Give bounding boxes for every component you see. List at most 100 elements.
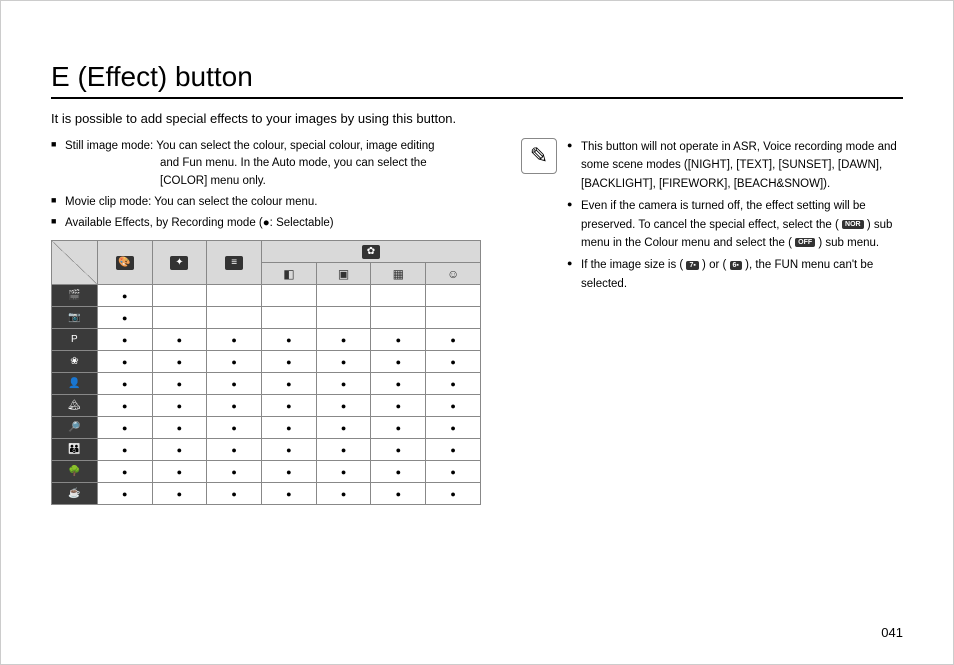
movie-icon: 🎬: [65, 289, 83, 303]
table-cell: [97, 439, 152, 461]
table-cell: [152, 307, 207, 329]
table-cell: [262, 351, 317, 373]
table-row: 🔎: [52, 417, 481, 439]
table-cell: [426, 307, 481, 329]
table-cell: [97, 417, 152, 439]
table-row: 🌳: [52, 461, 481, 483]
table-cell: [426, 285, 481, 307]
table-row: 🎬: [52, 285, 481, 307]
table-cell: [152, 461, 207, 483]
table-cell: [316, 285, 371, 307]
row-program: P: [52, 329, 98, 351]
table-cell: [316, 307, 371, 329]
landscape-icon: 🏔: [65, 399, 83, 413]
table-cell: [152, 373, 207, 395]
table-cell: [262, 439, 317, 461]
table-cell: [316, 395, 371, 417]
table-cell: [262, 483, 317, 505]
col-fun-dark: ◧: [262, 263, 317, 285]
table-cell: [426, 351, 481, 373]
pen-icon: ✎: [530, 143, 548, 169]
table-cell: [207, 329, 262, 351]
table-cell: [371, 461, 426, 483]
row-macro: ❀: [52, 351, 98, 373]
table-cell: [207, 395, 262, 417]
table-cell: [426, 417, 481, 439]
bullet-still-image: Still image mode: You can select the col…: [51, 138, 481, 190]
fun-icon: ✿: [362, 245, 380, 259]
closeup-icon: 🔎: [65, 421, 83, 435]
table-cell: [316, 417, 371, 439]
table-cell: [97, 307, 152, 329]
table-cell: [316, 329, 371, 351]
row-camera: 📷: [52, 307, 98, 329]
forest-icon: 🌳: [65, 465, 83, 479]
bullet-text: and Fun menu. In the Auto mode, you can …: [65, 155, 481, 172]
fun-dark-icon: ◧: [280, 267, 298, 281]
row-forest: 🌳: [52, 461, 98, 483]
table-cell: [152, 439, 207, 461]
right-notes: This button will not operate in ASR, Voi…: [567, 138, 903, 505]
camera-icon: 📷: [65, 311, 83, 325]
table-cell: [97, 351, 152, 373]
table-cell: [262, 395, 317, 417]
palette-icon: 🎨: [116, 256, 134, 270]
table-cell: [262, 461, 317, 483]
table-cell: [152, 483, 207, 505]
table-cell: [262, 307, 317, 329]
off-label-icon: OFF: [795, 238, 815, 247]
bullet-text: [COLOR] menu only.: [65, 173, 481, 190]
row-cafe: ☕: [52, 483, 98, 505]
table-row: 📷: [52, 307, 481, 329]
table-cell: [152, 417, 207, 439]
col-sparkle: ✦: [152, 241, 207, 285]
page-number: 041: [881, 625, 903, 640]
col-fun-frame: ▣: [316, 263, 371, 285]
table-row: ❀: [52, 351, 481, 373]
table-cell: [207, 351, 262, 373]
row-closeup: 🔎: [52, 417, 98, 439]
program-icon: P: [65, 333, 83, 347]
table-cell: [371, 483, 426, 505]
table-cell: [262, 417, 317, 439]
table-cell: [316, 351, 371, 373]
col-palette: 🎨: [97, 241, 152, 285]
table-row: ☕: [52, 483, 481, 505]
fun-mosaic-icon: ▦: [389, 267, 407, 281]
table-cell: [316, 483, 371, 505]
left-bullets: Still image mode: You can select the col…: [51, 138, 481, 232]
table-cell: [316, 461, 371, 483]
col-fun-group: ✿: [262, 241, 481, 263]
table-row: 👤: [52, 373, 481, 395]
row-movie: 🎬: [52, 285, 98, 307]
col-fun-mosaic: ▦: [371, 263, 426, 285]
table-cell: [97, 483, 152, 505]
cafe-icon: ☕: [65, 487, 83, 501]
note-3: If the image size is ( 7▪ ) or ( 6▪ ), t…: [567, 256, 903, 293]
table-cell: [371, 285, 426, 307]
table-cell: [152, 329, 207, 351]
note-icon-box: ✎: [521, 138, 557, 174]
nor-label-icon: NOR: [842, 220, 864, 229]
table-cell: [262, 329, 317, 351]
fun-face-icon: ☺: [444, 267, 462, 281]
table-cell: [426, 461, 481, 483]
macro-icon: ❀: [65, 355, 83, 369]
note-1: This button will not operate in ASR, Voi…: [567, 138, 903, 193]
row-children: 👪: [52, 439, 98, 461]
adjust-icon: ≡: [225, 256, 243, 270]
table-cell: [207, 417, 262, 439]
fun-frame-icon: ▣: [335, 267, 353, 281]
table-cell: [371, 417, 426, 439]
table-corner: [52, 241, 98, 285]
table-cell: [207, 483, 262, 505]
table-cell: [371, 439, 426, 461]
table-row: P: [52, 329, 481, 351]
table-cell: [152, 285, 207, 307]
table-cell: [207, 307, 262, 329]
col-fun-face: ☺: [426, 263, 481, 285]
table-cell: [207, 461, 262, 483]
bullet-text: You can select the colour, special colou…: [156, 140, 434, 152]
size-6-icon: 6▪: [730, 261, 742, 270]
table-cell: [262, 285, 317, 307]
